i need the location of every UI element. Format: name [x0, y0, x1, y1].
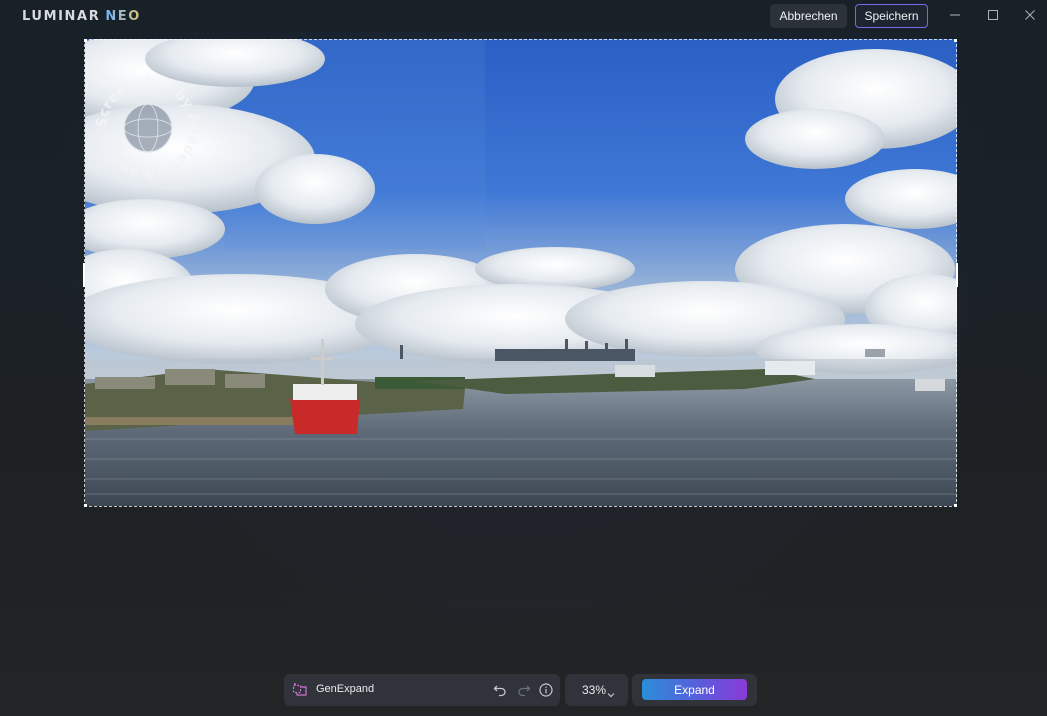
harbor-photo — [85, 39, 957, 506]
logo-accent-text: NEO — [105, 9, 141, 24]
title-bar: LUMINAR NEO Abbrechen Speichern — [0, 0, 1047, 32]
crop-handle-bottom-right[interactable] — [954, 504, 957, 507]
cancel-button[interactable]: Abbrechen — [770, 4, 847, 28]
redo-icon[interactable] — [516, 682, 532, 698]
expand-panel: Expand — [632, 674, 757, 706]
maximize-icon[interactable] — [978, 4, 1008, 26]
minimize-icon[interactable] — [940, 4, 970, 26]
zoom-value: 33% — [582, 683, 607, 697]
close-icon[interactable] — [1015, 4, 1045, 26]
crop-handle-top-right[interactable] — [954, 39, 957, 42]
zoom-dropdown[interactable]: 33% — [565, 674, 628, 706]
crop-handle-top-left[interactable] — [84, 39, 87, 42]
genexpand-icon — [292, 682, 308, 698]
undo-icon[interactable] — [492, 682, 508, 698]
info-icon[interactable] — [538, 682, 554, 698]
crop-handle-left[interactable] — [83, 263, 85, 287]
app-logo: LUMINAR NEO — [22, 9, 141, 24]
chevron-down-icon — [607, 685, 615, 703]
crop-handle-right[interactable] — [956, 263, 958, 287]
tool-panel: GenExpand — [284, 674, 560, 706]
tool-name-label: GenExpand — [316, 683, 375, 695]
logo-main-text: LUMINAR — [22, 9, 101, 24]
crop-handle-bottom-left[interactable] — [84, 504, 87, 507]
save-button[interactable]: Speichern — [855, 4, 928, 28]
expand-button[interactable]: Expand — [642, 679, 747, 700]
